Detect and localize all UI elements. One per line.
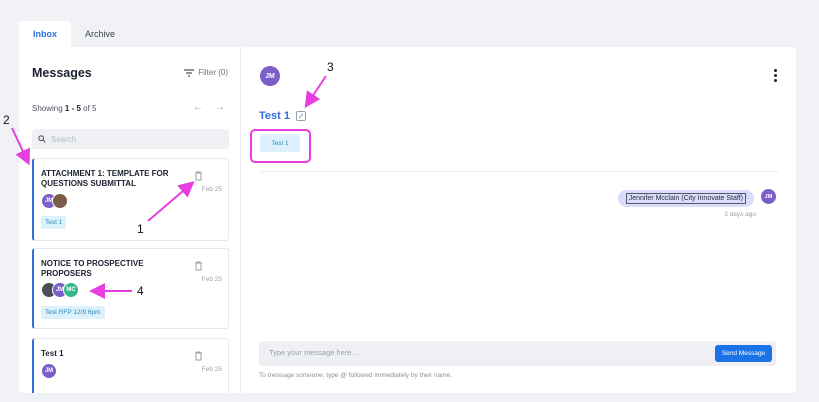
search-box bbox=[32, 129, 229, 149]
avatar: MC bbox=[63, 282, 79, 298]
participants: JM MC bbox=[41, 282, 79, 298]
compose-box: Send Message bbox=[259, 341, 776, 366]
more-options-icon[interactable] bbox=[774, 69, 778, 83]
annotation-label: 3 bbox=[327, 60, 334, 74]
pager: ← → bbox=[188, 98, 230, 116]
participants: JM bbox=[41, 363, 57, 379]
filter-icon bbox=[184, 68, 195, 77]
message-date: Feb 25 bbox=[201, 186, 222, 193]
message-tag: Test RFP 12/9 6pm bbox=[41, 306, 105, 319]
message-subject: ATTACHMENT 1: TEMPLATE FOR QUESTIONS SUB… bbox=[41, 169, 169, 188]
messages-card: Messages Filter (0) Showing 1 - 5 of 5 ←… bbox=[19, 47, 796, 393]
avatar: JM bbox=[260, 66, 280, 86]
list-item[interactable]: ATTACHMENT 1: TEMPLATE FOR QUESTIONS SUB… bbox=[32, 158, 229, 241]
avatar bbox=[52, 193, 68, 209]
page-title: Messages bbox=[32, 66, 92, 80]
message-tag: Test 1 bbox=[41, 216, 67, 229]
participants: JM bbox=[41, 193, 68, 209]
edit-icon[interactable] bbox=[296, 111, 306, 121]
arrow-right-icon[interactable]: → bbox=[210, 98, 230, 116]
tab-archive[interactable]: Archive bbox=[71, 21, 129, 47]
tab-bar: Inbox Archive bbox=[19, 21, 129, 47]
conversation-title: Test 1 bbox=[259, 110, 290, 122]
send-message-button[interactable]: Send Message bbox=[715, 345, 772, 362]
avatar: JM bbox=[41, 363, 57, 379]
tab-inbox[interactable]: Inbox bbox=[19, 21, 71, 47]
message-author: Jennifer Mcclain (City Innovate Staff) bbox=[625, 193, 746, 204]
list-item[interactable]: Test 1 Feb 25 JM bbox=[32, 338, 229, 393]
annotation-label: 2 bbox=[3, 113, 10, 127]
trash-icon[interactable] bbox=[194, 351, 203, 361]
compose-hint: To message someone, type @ followed imme… bbox=[259, 372, 453, 379]
trash-icon[interactable] bbox=[194, 261, 203, 271]
divider bbox=[259, 171, 779, 172]
message-list-panel: Messages Filter (0) Showing 1 - 5 of 5 ←… bbox=[19, 47, 241, 393]
pagination-info: Showing 1 - 5 of 5 bbox=[32, 104, 97, 113]
search-input[interactable] bbox=[51, 134, 221, 144]
search-icon bbox=[38, 135, 46, 143]
list-item[interactable]: NOTICE TO PROSPECTIVE PROPOSERS Feb 25 J… bbox=[32, 248, 229, 329]
conversation-panel: JM Test 1 Test 1 Jennifer Mcclain (City … bbox=[242, 47, 796, 393]
arrow-left-icon[interactable]: ← bbox=[188, 98, 208, 116]
message-input[interactable] bbox=[269, 348, 689, 357]
message-subject: NOTICE TO PROSPECTIVE PROPOSERS bbox=[41, 259, 144, 278]
annotation-label: 1 bbox=[137, 222, 144, 236]
message-time: 3 days ago bbox=[724, 211, 756, 218]
filter-label: Filter (0) bbox=[198, 68, 228, 77]
avatar: JM bbox=[761, 189, 776, 204]
trash-icon[interactable] bbox=[194, 171, 203, 181]
message-date: Feb 25 bbox=[201, 276, 222, 283]
filter-button[interactable]: Filter (0) bbox=[184, 68, 228, 77]
annotation-label: 4 bbox=[137, 284, 144, 298]
message-subject: Test 1 bbox=[41, 349, 64, 358]
message-date: Feb 25 bbox=[201, 366, 222, 373]
message-bubble: Jennifer Mcclain (City Innovate Staff) bbox=[617, 190, 754, 207]
annotation-highlight-box bbox=[250, 129, 311, 163]
